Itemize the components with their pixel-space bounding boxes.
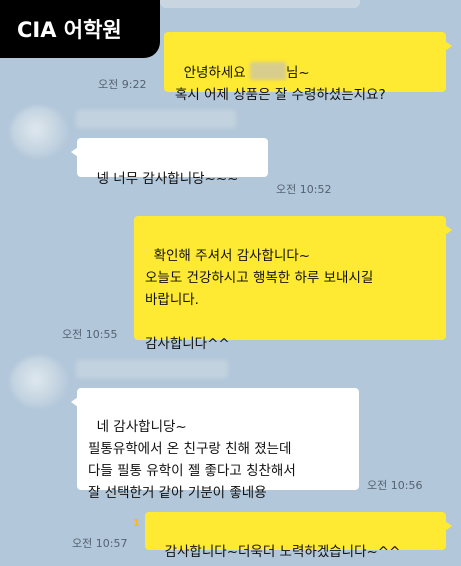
message-bubble-incoming[interactable]: 네 감사합니당~ 필통유학에서 온 친구랑 친해 졌는데 다들 필통 유학이 젤… xyxy=(71,388,359,501)
watermark-text: CIA 어학원 xyxy=(17,18,122,42)
message-text: 감사합니다~더욱더 노력하겠습니다~^^ xyxy=(164,544,401,560)
message-bubble-outgoing[interactable]: 확인해 주셔서 감사합니다~ 오늘도 건강하시고 행복한 하루 보내시길 바랍니… xyxy=(134,216,452,352)
message-text: 네 감사합니당~ 필통유학에서 온 친구랑 친해 졌는데 다들 필통 유학이 젤… xyxy=(88,419,296,501)
message-text: 확인해 주셔서 감사합니다~ 오늘도 건강하시고 행복한 하루 보내시길 바랍니… xyxy=(145,248,374,352)
sender-name xyxy=(76,110,236,128)
message-timestamp: 오전 10:55 xyxy=(62,328,118,341)
profile-avatar[interactable] xyxy=(10,356,68,408)
message-text: 님~ xyxy=(286,65,310,81)
message-text: 넹 너무 감사합니당~~~ xyxy=(96,171,239,187)
sender-name xyxy=(76,360,228,378)
message-text: 혹시 어제 상품은 잘 수령하셨는지요? xyxy=(175,87,386,103)
message-timestamp: 오전 10:56 xyxy=(367,479,423,492)
message-timestamp: 오전 9:22 xyxy=(98,78,147,91)
message-timestamp: 오전 10:52 xyxy=(276,183,332,196)
profile-avatar[interactable] xyxy=(10,106,68,158)
message-timestamp: 오전 10:57 xyxy=(72,537,128,550)
message-bubble-outgoing[interactable]: 감사합니다~더욱더 노력하겠습니다~^^ xyxy=(145,512,452,560)
unread-count-badge: 1 xyxy=(133,518,140,529)
previous-message-edge xyxy=(160,0,360,8)
message-bubble-outgoing[interactable]: 안녕하세요 님~ 혹시 어제 상품은 잘 수령하셨는지요? xyxy=(164,32,452,103)
blurred-name xyxy=(250,62,286,80)
academy-watermark: CIA 어학원 xyxy=(0,0,160,58)
message-bubble-incoming[interactable]: 넹 너무 감사합니당~~~ xyxy=(71,138,268,187)
message-text: 안녕하세요 xyxy=(183,65,250,81)
